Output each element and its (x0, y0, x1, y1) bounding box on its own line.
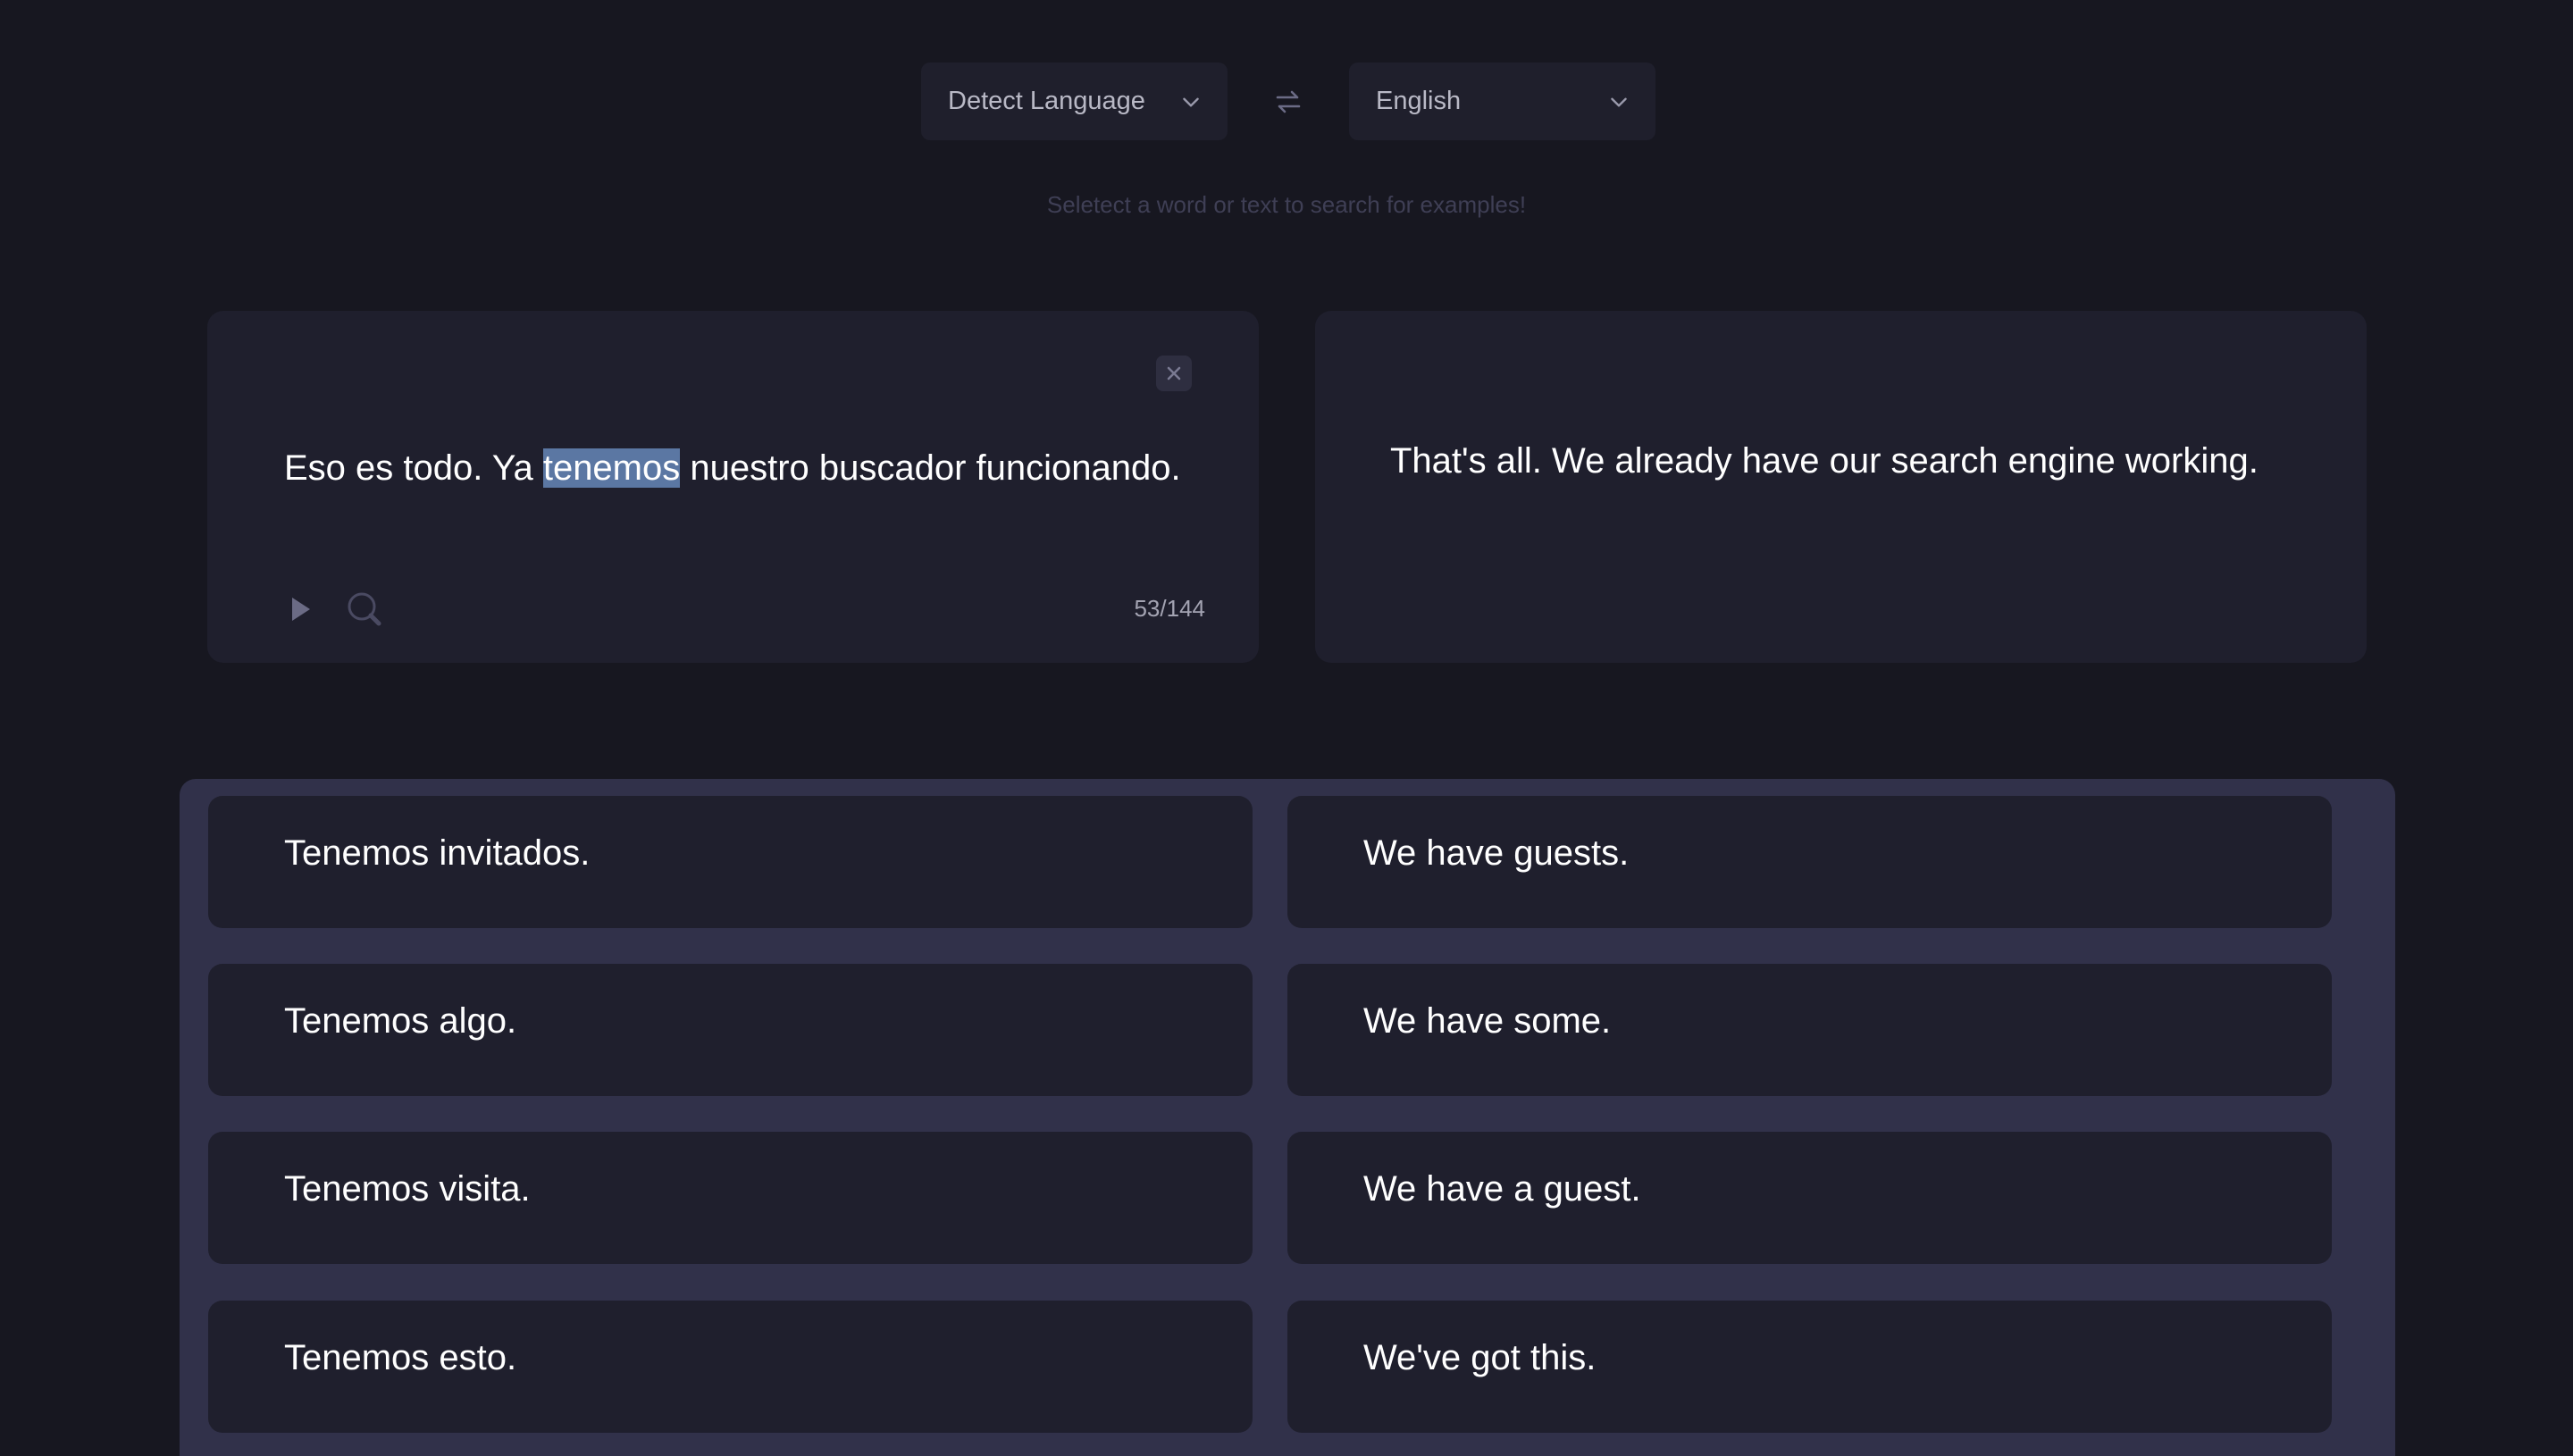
search-icon (348, 592, 381, 626)
target-panel: That's all. We already have our search e… (1315, 311, 2367, 663)
language-bar: Detect Language English (921, 63, 1655, 140)
source-text-after: nuestro buscador funcionando. (680, 448, 1181, 488)
swap-arrows-icon (1276, 90, 1301, 113)
selected-word[interactable]: tenemos (542, 448, 681, 488)
example-target-card[interactable]: We've got this. (1287, 1301, 2332, 1433)
example-source-card[interactable]: Tenemos visita. (208, 1132, 1253, 1264)
play-audio-button[interactable] (281, 590, 320, 629)
target-language-label: English (1376, 87, 1462, 115)
source-panel: Eso es todo. Ya tenemos nuestro buscador… (207, 311, 1259, 663)
clear-text-button[interactable] (1156, 356, 1192, 391)
source-language-dropdown[interactable]: Detect Language (921, 63, 1228, 140)
translation-output: That's all. We already have our search e… (1390, 441, 2259, 481)
play-icon (292, 598, 310, 621)
source-tools (281, 590, 384, 629)
example-target-card[interactable]: We have some. (1287, 964, 2332, 1096)
example-source-card[interactable]: Tenemos esto. (208, 1301, 1253, 1433)
close-icon (1167, 366, 1181, 381)
search-examples-button[interactable] (345, 590, 384, 629)
chevron-down-icon (1183, 97, 1199, 107)
target-language-dropdown[interactable]: English (1349, 63, 1655, 140)
hint-text: Seletect a word or text to search for ex… (1046, 191, 1527, 218)
source-text-input[interactable]: Eso es todo. Ya tenemos nuestro buscador… (284, 441, 1223, 495)
swap-languages-button[interactable] (1228, 63, 1349, 140)
source-text-before: Eso es todo. Ya (284, 448, 543, 488)
translator-page: Detect Language English Seletect a word … (0, 0, 2573, 1456)
examples-list: Tenemos invitados. We have guests. Tenem… (180, 779, 2395, 1456)
chevron-down-icon (1611, 97, 1627, 107)
example-source-card[interactable]: Tenemos algo. (208, 964, 1253, 1096)
example-target-card[interactable]: We have guests. (1287, 796, 2332, 928)
example-source-card[interactable]: Tenemos invitados. (208, 796, 1253, 928)
example-target-card[interactable]: We have a guest. (1287, 1132, 2332, 1264)
character-counter: 53/144 (1134, 595, 1205, 622)
source-language-label: Detect Language (948, 87, 1145, 115)
